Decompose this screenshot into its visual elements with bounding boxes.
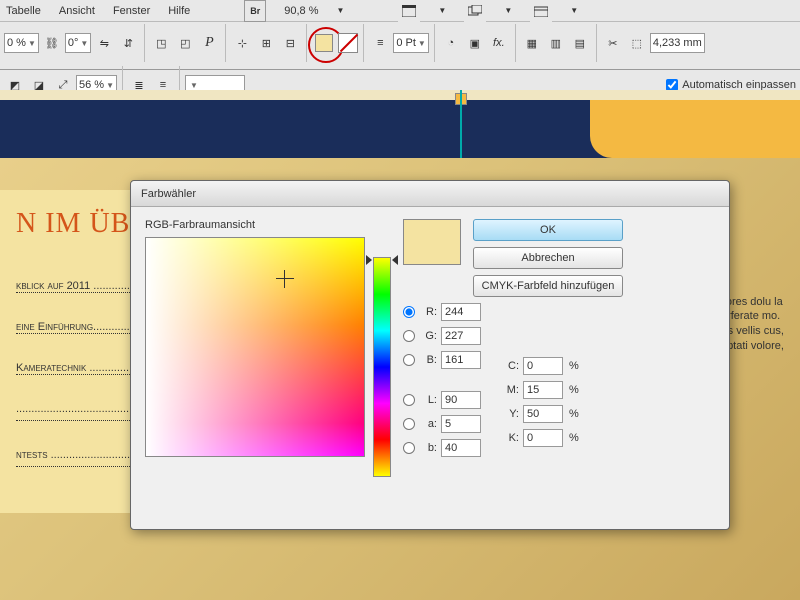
cancel-button[interactable]: Abbrechen [473,247,623,269]
r-label: R: [419,306,437,318]
b-radio[interactable] [403,354,415,366]
view-options-icon[interactable] [530,0,552,22]
l-label: L: [419,394,437,406]
menu-fenster[interactable]: Fenster [113,5,150,17]
text-wrap-icon-3[interactable]: ▤ [569,32,591,54]
drop-shadow-icon[interactable]: ▣ [464,32,486,54]
align-icon-2[interactable]: ⊞ [255,32,277,54]
stroke-swatch[interactable] [338,33,358,53]
m-label: M: [505,384,519,396]
g-label: G: [419,330,437,342]
measure-field[interactable]: 4,233 mm [650,33,705,53]
hue-slider[interactable] [373,237,391,477]
paragraph-icon[interactable]: P [198,32,220,54]
menu-bar: Tabelle Ansicht Fenster Hilfe Br 90,8 % … [0,0,800,22]
zoom-level[interactable]: 90,8 % [284,5,318,17]
arrange-icon[interactable] [464,0,486,22]
a-label: a: [419,418,437,430]
screen-mode-icon[interactable] [398,0,420,22]
text-wrap-icon-1[interactable]: ▦ [521,32,543,54]
control-panel: 0 %▼ ⛓ 0°▼ ⇋ ⇵ ◳ ◰ P ⊹ ⊞ ⊟ ≡ 0 Pt▼ ◔ ▣ f… [0,22,800,70]
r-radio[interactable] [403,306,415,318]
y-input[interactable] [523,405,563,423]
c-label: C: [505,360,519,372]
r-row: R: [403,303,481,321]
r-input[interactable] [441,303,481,321]
frame-fit-icon[interactable]: ⬚ [626,32,648,54]
a-row: a: [403,415,481,433]
bb-input[interactable] [441,439,481,457]
y-label: Y: [505,408,519,420]
b-row: B: [403,351,481,369]
colorspace-label: RGB-Farbraumansicht [145,219,391,231]
flip-v-icon[interactable]: ⇵ [117,32,139,54]
bb-row: b: [403,439,481,457]
l-radio[interactable] [403,394,415,406]
select-container-icon[interactable]: ◰ [174,32,196,54]
dialog-titlebar[interactable]: Farbwähler [131,181,729,207]
color-preview [403,219,461,265]
stroke-weight-field[interactable]: 0 Pt▼ [393,33,429,53]
b-input[interactable] [441,351,481,369]
y-row: Y: % [505,405,579,423]
chain-icon[interactable]: ⛓ [41,32,63,54]
align-icon-3[interactable]: ⊟ [279,32,301,54]
text-wrap-icon-2[interactable]: ▥ [545,32,567,54]
a-input[interactable] [441,415,481,433]
menu-ansicht[interactable]: Ansicht [59,5,95,17]
menu-hilfe[interactable]: Hilfe [168,5,190,17]
color-field[interactable] [145,237,365,457]
header-yellow-tab [590,100,800,158]
fill-swatch[interactable] [312,31,336,55]
flip-h-icon[interactable]: ⇋ [93,32,115,54]
c-input[interactable] [523,357,563,375]
stroke-weight-icon: ≡ [369,32,391,54]
color-crosshair-icon [276,270,294,288]
bb-radio[interactable] [403,442,415,454]
align-icon-1[interactable]: ⊹ [231,32,253,54]
l-input[interactable] [441,391,481,409]
menu-tabelle[interactable]: Tabelle [6,5,41,17]
k-row: K: % [505,429,579,447]
fx-icon[interactable]: fx. [488,32,510,54]
b-label: B: [419,354,437,366]
k-input[interactable] [523,429,563,447]
bb-label: b: [419,442,437,454]
ok-button[interactable]: OK [473,219,623,241]
add-cmyk-button[interactable]: CMYK-Farbfeld hinzufügen [473,275,623,297]
g-input[interactable] [441,327,481,345]
dialog-title: Farbwähler [141,188,196,200]
l-row: L: [403,391,481,409]
m-row: M: % [505,381,579,399]
crop-icon[interactable]: ✂ [602,32,624,54]
g-row: G: [403,327,481,345]
k-label: K: [505,432,519,444]
select-content-icon[interactable]: ◳ [150,32,172,54]
bridge-icon[interactable]: Br [244,0,266,22]
angle-field[interactable]: 0°▼ [65,33,91,53]
g-radio[interactable] [403,330,415,342]
opacity-field[interactable]: 0 %▼ [4,33,39,53]
m-input[interactable] [523,381,563,399]
c-row: C: % [505,357,579,375]
color-picker-dialog: Farbwähler RGB-Farbraumansicht OK Abbrec… [130,180,730,530]
effects-icon[interactable]: ◔ [440,32,462,54]
a-radio[interactable] [403,418,415,430]
